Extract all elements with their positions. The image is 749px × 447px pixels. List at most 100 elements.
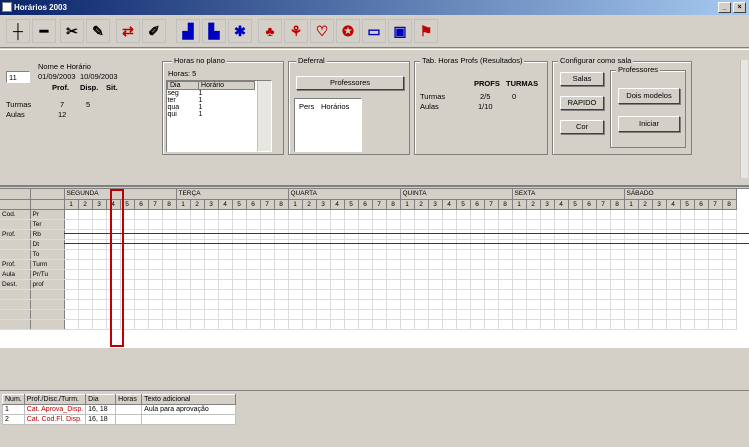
grid-cell[interactable] xyxy=(680,309,695,320)
grid-cell[interactable] xyxy=(148,249,163,260)
rapido-button[interactable]: RAPIDO xyxy=(560,96,604,110)
grid-cell[interactable] xyxy=(666,319,681,330)
grid-cell[interactable] xyxy=(218,209,233,220)
period-header[interactable]: 6 xyxy=(582,199,597,210)
grid-cell[interactable] xyxy=(694,279,709,290)
chart-icon[interactable]: ▟ xyxy=(176,19,200,43)
day-field[interactable]: 11 xyxy=(6,71,30,83)
period-header[interactable]: 7 xyxy=(708,199,723,210)
grid-cell[interactable] xyxy=(442,209,457,220)
grid-cell[interactable] xyxy=(162,219,177,230)
grid-cell[interactable] xyxy=(176,219,191,230)
grid-cell[interactable] xyxy=(498,319,513,330)
grid-cell[interactable] xyxy=(596,209,611,220)
grid-cell[interactable] xyxy=(232,249,247,260)
grid-cell[interactable] xyxy=(428,299,443,310)
grid-cell[interactable] xyxy=(680,259,695,270)
grid-cell[interactable] xyxy=(554,289,569,300)
grid-cell[interactable] xyxy=(470,259,485,270)
grid-cell[interactable] xyxy=(708,249,723,260)
grid-cell[interactable] xyxy=(358,269,373,280)
grid-cell[interactable] xyxy=(92,289,107,300)
grid-cell[interactable] xyxy=(540,259,555,270)
grid-cell[interactable] xyxy=(302,259,317,270)
grid-cell[interactable] xyxy=(400,219,415,230)
grid-cell[interactable] xyxy=(624,249,639,260)
grid-cell[interactable] xyxy=(204,209,219,220)
grid-cell[interactable] xyxy=(554,299,569,310)
grid-cell[interactable] xyxy=(316,209,331,220)
grid-cell[interactable] xyxy=(302,219,317,230)
grid-cell[interactable] xyxy=(470,209,485,220)
grid-cell[interactable] xyxy=(344,309,359,320)
grid-cell[interactable] xyxy=(512,259,527,270)
grid-cell[interactable] xyxy=(428,259,443,270)
grid-cell[interactable] xyxy=(134,249,149,260)
bottom-cell[interactable] xyxy=(115,404,143,415)
grid-cell[interactable] xyxy=(722,219,737,230)
grid-cell[interactable] xyxy=(400,289,415,300)
grid-cell[interactable] xyxy=(540,309,555,320)
grid-cell[interactable] xyxy=(246,289,261,300)
grid-cell[interactable] xyxy=(190,209,205,220)
grid-cell[interactable] xyxy=(148,299,163,310)
grid-cell[interactable] xyxy=(232,289,247,300)
grid-cell[interactable] xyxy=(330,319,345,330)
close-button[interactable]: × xyxy=(733,2,746,13)
grid-cell[interactable] xyxy=(666,249,681,260)
grid-cell[interactable] xyxy=(596,279,611,290)
grid-cell[interactable] xyxy=(372,269,387,280)
day-header[interactable]: TERÇA xyxy=(176,189,289,200)
grid-cell[interactable] xyxy=(288,279,303,290)
grid-cell[interactable] xyxy=(316,219,331,230)
grid-cell[interactable] xyxy=(540,269,555,280)
grid-cell[interactable] xyxy=(694,259,709,270)
grid-cell[interactable] xyxy=(190,269,205,280)
grid-cell[interactable] xyxy=(162,209,177,220)
grid-cell[interactable] xyxy=(526,209,541,220)
grid-cell[interactable] xyxy=(358,319,373,330)
cut-icon[interactable]: ✂ xyxy=(60,19,84,43)
grid-cell[interactable] xyxy=(442,289,457,300)
grid-cell[interactable] xyxy=(274,269,289,280)
grid-cell[interactable] xyxy=(666,279,681,290)
grid-cell[interactable] xyxy=(204,219,219,230)
computer-icon[interactable]: ▣ xyxy=(388,19,412,43)
day-header[interactable]: QUARTA xyxy=(288,189,401,200)
grid-cell[interactable] xyxy=(288,269,303,280)
grid-cell[interactable] xyxy=(330,219,345,230)
grid-cell[interactable] xyxy=(302,289,317,300)
grid-cell[interactable] xyxy=(680,299,695,310)
grid-cell[interactable] xyxy=(582,319,597,330)
grid-cell[interactable] xyxy=(456,319,471,330)
grid-cell[interactable] xyxy=(484,319,499,330)
grid-cell[interactable] xyxy=(624,209,639,220)
grid-cell[interactable] xyxy=(708,319,723,330)
period-header[interactable]: 6 xyxy=(246,199,261,210)
grid-cell[interactable] xyxy=(92,259,107,270)
grid-cell[interactable] xyxy=(596,309,611,320)
grid-cell[interactable] xyxy=(442,259,457,270)
grid-cell[interactable] xyxy=(190,299,205,310)
day-header[interactable]: SÁBADO xyxy=(624,189,737,200)
period-header[interactable]: 5 xyxy=(568,199,583,210)
grid-cell[interactable] xyxy=(526,259,541,270)
grid-cell[interactable] xyxy=(148,319,163,330)
grid-cell[interactable] xyxy=(512,249,527,260)
grid-cell[interactable] xyxy=(274,209,289,220)
grid-cell[interactable] xyxy=(344,319,359,330)
grid-cell[interactable] xyxy=(596,319,611,330)
grid-cell[interactable] xyxy=(372,259,387,270)
grid-cell[interactable] xyxy=(638,209,653,220)
grid-cell[interactable] xyxy=(316,319,331,330)
grid-cell[interactable] xyxy=(442,299,457,310)
grid-cell[interactable] xyxy=(694,269,709,280)
grid-cell[interactable] xyxy=(568,249,583,260)
grid-cell[interactable] xyxy=(134,289,149,300)
grid-cell[interactable] xyxy=(624,319,639,330)
grid-cell[interactable] xyxy=(722,299,737,310)
grid-cell[interactable] xyxy=(694,299,709,310)
bottom-cell[interactable] xyxy=(141,414,237,425)
grid-cell[interactable] xyxy=(358,249,373,260)
grid-cell[interactable] xyxy=(134,309,149,320)
